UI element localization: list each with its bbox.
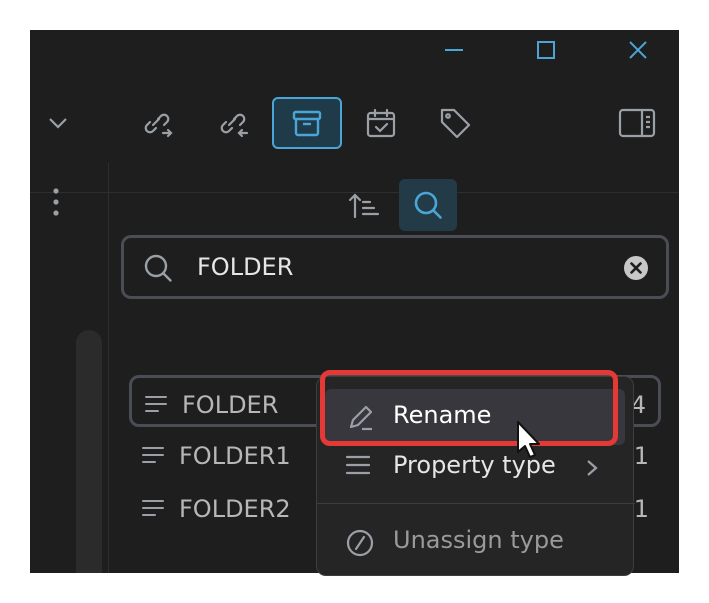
tags-icon: [440, 108, 471, 139]
calendar-button[interactable]: [348, 99, 414, 147]
clear-icon: [624, 256, 648, 280]
search-icon: [414, 191, 442, 219]
archive-icon: [292, 110, 322, 137]
scrollbar[interactable]: [76, 330, 102, 573]
toggle-right-sidebar-button[interactable]: [604, 99, 670, 147]
minimize-icon: [445, 49, 463, 51]
property-count: 1: [633, 495, 649, 523]
cursor-icon: [517, 421, 540, 458]
sort-button[interactable]: [335, 179, 393, 231]
clear-search-button[interactable]: [624, 256, 648, 280]
backlinks-button[interactable]: [200, 99, 266, 147]
search-input[interactable]: FOLDER: [121, 235, 669, 299]
chevron-down-icon: [49, 118, 67, 129]
property-name: FOLDER: [182, 391, 279, 419]
close-icon: [629, 41, 647, 59]
property-name: FOLDER1: [179, 442, 291, 470]
backlinks-icon: [220, 113, 249, 138]
text-property-icon: [142, 500, 164, 516]
more-vertical-icon: [53, 188, 59, 216]
right-sidebar-toggle-icon: [618, 108, 656, 138]
outgoing-links-icon: [144, 113, 173, 138]
title-bar: [30, 30, 679, 70]
close-button[interactable]: [615, 34, 661, 66]
search-field-icon: [144, 254, 172, 282]
maximize-icon: [537, 41, 555, 59]
sort-icon: [348, 193, 380, 219]
text-property-icon: [145, 396, 167, 412]
collapse-button[interactable]: [30, 99, 86, 147]
minimize-button[interactable]: [431, 34, 477, 66]
text-property-icon: [142, 447, 164, 463]
property-type-menu-item[interactable]: Property type: [317, 439, 635, 495]
more-options-button[interactable]: [46, 185, 66, 221]
list-icon: [345, 455, 371, 475]
calendar-icon: [366, 108, 396, 138]
tags-button[interactable]: [422, 99, 488, 147]
property-count: 1: [633, 442, 649, 470]
unassign-type-menu-item[interactable]: Unassign type: [317, 514, 635, 570]
outgoing-links-button[interactable]: [124, 99, 190, 147]
menu-divider: [317, 503, 635, 504]
unassign-type-label: Unassign type: [393, 526, 564, 554]
chevron-right-icon: [587, 460, 598, 476]
left-ribbon: [30, 163, 109, 573]
all-properties-button[interactable]: [272, 97, 342, 149]
search-toggle-button[interactable]: [399, 179, 457, 231]
ban-icon: [346, 529, 374, 557]
maximize-button[interactable]: [523, 34, 569, 66]
search-query[interactable]: FOLDER: [197, 253, 293, 281]
highlight-box: [320, 370, 618, 446]
property-name: FOLDER2: [179, 495, 291, 523]
